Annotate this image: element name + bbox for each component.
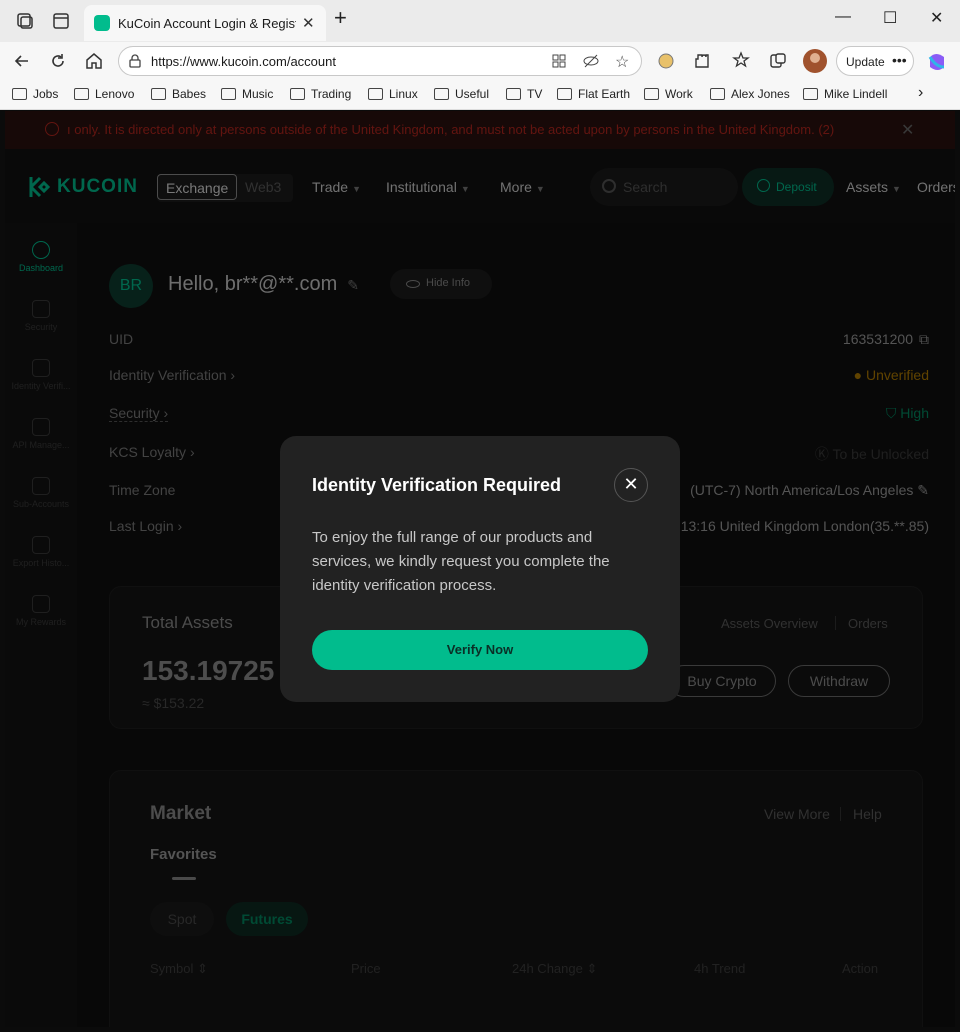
folder-icon: [74, 88, 89, 100]
bookmark-flat-earth[interactable]: Flat Earth: [557, 87, 630, 101]
workspaces-icon[interactable]: [16, 12, 34, 30]
modal-title: Identity Verification Required: [312, 475, 562, 495]
bookmark-label: Jobs: [33, 87, 59, 101]
bookmark-babes[interactable]: Babes: [151, 87, 206, 101]
web-page: ı only. It is directed only at persons o…: [5, 111, 955, 1027]
close-window-icon[interactable]: ✕: [930, 8, 943, 28]
new-tab-icon[interactable]: +: [334, 5, 347, 31]
bookmark-music[interactable]: Music: [221, 87, 273, 101]
browser-tab-active[interactable]: KuCoin Account Login & Registra ✕: [84, 5, 326, 41]
tracking-prevention-icon[interactable]: [583, 53, 599, 69]
collections-icon[interactable]: [768, 51, 788, 71]
folder-icon: [506, 88, 521, 100]
extensions-icon[interactable]: [692, 51, 712, 71]
bookmark-jobs[interactable]: Jobs: [12, 87, 58, 101]
folder-icon: [557, 88, 572, 100]
folder-icon: [221, 88, 236, 100]
update-label: Update: [846, 55, 885, 69]
modal-close-icon[interactable]: ✕: [614, 468, 648, 502]
bookmark-mike-lindell[interactable]: Mike Lindell: [803, 87, 887, 101]
bookmark-linux[interactable]: Linux: [368, 87, 418, 101]
bookmark-alex-jones[interactable]: Alex Jones: [710, 87, 790, 101]
identity-verification-modal: Identity Verification Required ✕ To enjo…: [280, 436, 680, 702]
back-icon[interactable]: [12, 51, 32, 71]
bookmark-label: Flat Earth: [578, 87, 631, 101]
bookmark-lenovo[interactable]: Lenovo: [74, 87, 134, 101]
verify-now-button[interactable]: Verify Now: [312, 630, 648, 670]
favorites-icon[interactable]: [732, 51, 752, 71]
bookmark-label: Trading: [311, 87, 352, 101]
tab-title: KuCoin Account Login & Registra: [118, 15, 296, 31]
folder-icon: [644, 88, 659, 100]
navigation-bar: https://www.kucoin.com/account ☆ Update •…: [0, 42, 960, 80]
bookmark-tv[interactable]: TV: [506, 87, 542, 101]
more-icon[interactable]: •••: [892, 52, 907, 68]
bookmark-label: Alex Jones: [731, 87, 790, 101]
browser-chrome: KuCoin Account Login & Registra ✕ + — ☐ …: [0, 0, 960, 110]
bookmark-work[interactable]: Work: [644, 87, 693, 101]
maximize-icon[interactable]: ☐: [883, 8, 897, 28]
tab-bar: KuCoin Account Login & Registra ✕ + — ☐ …: [0, 0, 960, 42]
close-tab-icon[interactable]: ✕: [302, 14, 315, 32]
folder-icon: [368, 88, 383, 100]
favorite-star-icon[interactable]: ☆: [615, 52, 629, 72]
bookmark-useful[interactable]: Useful: [434, 87, 489, 101]
bookmark-trading[interactable]: Trading: [290, 87, 351, 101]
bookmark-label: Lenovo: [95, 87, 135, 101]
folder-icon: [12, 88, 27, 100]
bookmarks-bar: Jobs Lenovo Babes Music Trading Linux Us…: [0, 80, 960, 110]
update-button[interactable]: Update •••: [836, 46, 914, 76]
minimize-icon[interactable]: —: [835, 8, 851, 26]
folder-icon: [434, 88, 449, 100]
kucoin-favicon-icon: [94, 15, 110, 31]
profile-avatar[interactable]: [803, 49, 827, 73]
lock-icon[interactable]: [128, 54, 142, 68]
refresh-icon[interactable]: [48, 51, 68, 71]
tab-actions-icon[interactable]: [52, 12, 70, 30]
bookmark-label: Work: [665, 87, 693, 101]
modal-body-text: To enjoy the full range of our products …: [312, 529, 610, 594]
folder-icon: [151, 88, 166, 100]
app-available-icon[interactable]: [551, 53, 567, 69]
home-icon[interactable]: [84, 51, 104, 71]
folder-icon: [710, 88, 725, 100]
bookmark-label: Linux: [389, 87, 418, 101]
bookmark-label: TV: [527, 87, 543, 101]
more-bookmarks-chevron-icon[interactable]: ›: [918, 84, 923, 102]
folder-icon: [803, 88, 818, 100]
extension-cookie-icon[interactable]: [656, 51, 676, 71]
copilot-icon[interactable]: [926, 51, 946, 71]
bookmark-label: Mike Lindell: [824, 87, 888, 101]
bookmark-label: Music: [242, 87, 274, 101]
bookmark-label: Useful: [455, 87, 490, 101]
address-bar[interactable]: https://www.kucoin.com/account ☆: [118, 46, 642, 76]
bookmark-label: Babes: [172, 87, 207, 101]
folder-icon: [290, 88, 305, 100]
url-text: https://www.kucoin.com/account: [151, 54, 336, 69]
